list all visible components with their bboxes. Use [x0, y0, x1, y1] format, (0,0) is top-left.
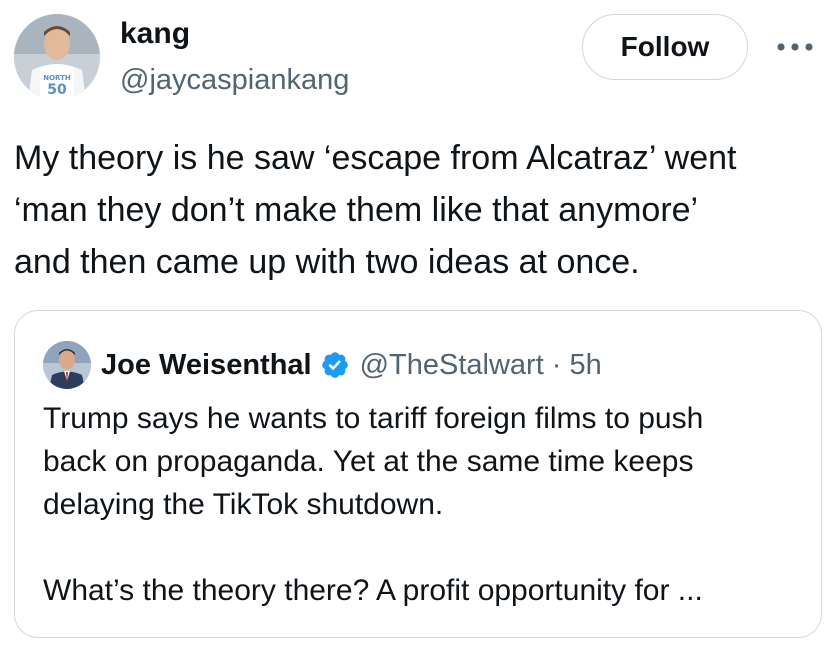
author-avatar[interactable]: NORTH 50 [14, 14, 100, 100]
avatar-image: NORTH 50 [14, 14, 100, 100]
quote-author-handle[interactable]: @TheStalwart [360, 349, 544, 382]
follow-button[interactable]: Follow [582, 14, 748, 80]
quote-text: Trump says he wants to tariff foreign fi… [43, 402, 704, 607]
more-dots-icon [777, 43, 813, 51]
quote-author-avatar[interactable] [43, 341, 91, 389]
quote-header: Joe Weisenthal @TheStalwart · 5h [101, 343, 602, 387]
author-handle[interactable]: @jaycaspiankang [120, 62, 349, 98]
quote-author-name[interactable]: Joe Weisenthal [101, 349, 312, 382]
quote-avatar-image [43, 341, 91, 389]
quoted-tweet-card[interactable]: Joe Weisenthal @TheStalwart · 5h Trump s… [14, 310, 822, 638]
quote-separator: · [551, 348, 562, 381]
svg-text:50: 50 [47, 82, 67, 98]
svg-text:NORTH: NORTH [43, 74, 71, 82]
quote-timestamp[interactable]: 5h [569, 349, 601, 382]
more-horizontal-icon[interactable] [770, 30, 820, 64]
verified-badge-icon [320, 350, 350, 380]
tweet: NORTH 50 kang @jaycaspiankang Follow My … [0, 0, 836, 654]
tweet-text: My theory is he saw ‘escape from Alcatra… [14, 139, 737, 281]
author-name[interactable]: kang [120, 16, 190, 52]
